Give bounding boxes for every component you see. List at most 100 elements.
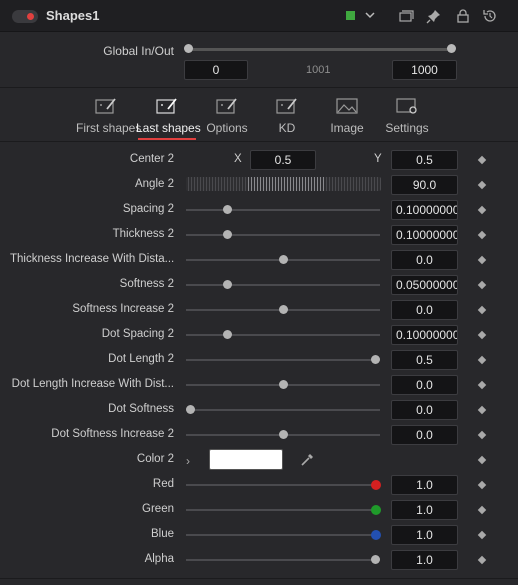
eyedropper-icon[interactable]: [299, 452, 315, 468]
red-slider[interactable]: [186, 484, 380, 486]
param-alpha: Alpha 1.0: [0, 548, 518, 573]
dot-softness-field[interactable]: 0.0: [391, 400, 458, 420]
keyframe-diamond-icon[interactable]: [477, 555, 487, 565]
green-slider[interactable]: [186, 509, 380, 511]
param-red: Red 1.0: [0, 473, 518, 498]
tab-last-shapes[interactable]: Last shapes: [136, 89, 201, 141]
dot-spacing-field[interactable]: 0.10000000: [391, 325, 458, 345]
param-green: Green 1.0: [0, 498, 518, 523]
softness-slider[interactable]: [186, 284, 380, 286]
dot-length-field[interactable]: 0.5: [391, 350, 458, 370]
dot-length-increase-field[interactable]: 0.0: [391, 375, 458, 395]
param-label: Dot Softness Increase 2: [51, 428, 174, 440]
dot-spacing-slider[interactable]: [186, 334, 380, 336]
thickness-slider[interactable]: [186, 234, 380, 236]
slider-handle[interactable]: [371, 355, 380, 364]
thickness-increase-field[interactable]: 0.0: [391, 250, 458, 270]
keyframe-diamond-icon[interactable]: [477, 405, 487, 415]
keyframe-diamond-icon[interactable]: [477, 155, 487, 165]
tab-image[interactable]: Image: [320, 89, 374, 141]
keyframe-diamond-icon[interactable]: [477, 530, 487, 540]
red-field[interactable]: 1.0: [391, 475, 458, 495]
center-y-field[interactable]: 0.5: [391, 150, 458, 170]
node-title: Shapes1: [46, 8, 100, 23]
slider-handle[interactable]: [279, 430, 288, 439]
slider-handle[interactable]: [223, 230, 232, 239]
slider-handle[interactable]: [371, 555, 380, 564]
global-in-field[interactable]: 0: [184, 60, 248, 80]
tab-settings[interactable]: Settings: [380, 89, 434, 141]
blue-channel-handle[interactable]: [371, 530, 381, 540]
slider-handle[interactable]: [186, 405, 195, 414]
keyframe-diamond-icon[interactable]: [477, 380, 487, 390]
keyframe-diamond-icon[interactable]: [477, 480, 487, 490]
node-header: Shapes1: [0, 0, 518, 32]
slider-handle[interactable]: [279, 380, 288, 389]
keyframe-diamond-icon[interactable]: [477, 330, 487, 340]
param-label: Thickness 2: [112, 228, 174, 240]
spacing-field[interactable]: 0.10000000: [391, 200, 458, 220]
dot-softness-increase-field[interactable]: 0.0: [391, 425, 458, 445]
global-out-handle[interactable]: [447, 44, 456, 53]
gear-window-icon: [396, 98, 417, 114]
dot-softness-slider[interactable]: [186, 409, 380, 411]
param-softness: Softness 2 0.05000000: [0, 273, 518, 298]
tab-label: Settings: [385, 121, 429, 135]
softness-field[interactable]: 0.05000000: [391, 275, 458, 295]
global-out-field[interactable]: 1000: [392, 60, 457, 80]
green-channel-handle[interactable]: [371, 505, 381, 515]
green-field[interactable]: 1.0: [391, 500, 458, 520]
center-x-field[interactable]: 0.5: [250, 150, 316, 170]
tab-options[interactable]: Options: [200, 89, 254, 141]
color-tag-swatch[interactable]: [346, 11, 355, 20]
spacing-slider[interactable]: [186, 209, 380, 211]
slider-handle[interactable]: [223, 330, 232, 339]
softness-increase-field[interactable]: 0.0: [391, 300, 458, 320]
keyframe-diamond-icon[interactable]: [477, 305, 487, 315]
x-label: X: [234, 153, 242, 165]
param-dot-softness: Dot Softness 0.0: [0, 398, 518, 423]
slider-handle[interactable]: [223, 205, 232, 214]
keyframe-diamond-icon[interactable]: [477, 255, 487, 265]
tab-first-shapes[interactable]: First shapes: [76, 89, 142, 141]
param-label: Angle 2: [134, 178, 174, 190]
pin-icon[interactable]: [426, 8, 442, 24]
color-swatch[interactable]: [209, 449, 283, 470]
param-blue: Blue 1.0: [0, 523, 518, 548]
chevron-right-icon[interactable]: ›: [186, 454, 190, 468]
blue-slider[interactable]: [186, 534, 380, 536]
node-enable-toggle[interactable]: [12, 10, 38, 23]
keyframe-diamond-icon[interactable]: [477, 355, 487, 365]
tab-kd[interactable]: KD: [260, 89, 314, 141]
keyframe-diamond-icon[interactable]: [477, 430, 487, 440]
keyframe-diamond-icon[interactable]: [477, 505, 487, 515]
blue-field[interactable]: 1.0: [391, 525, 458, 545]
slider-handle[interactable]: [223, 280, 232, 289]
dot-length-slider[interactable]: [186, 359, 380, 361]
tab-label: First shapes: [76, 121, 142, 135]
chevron-down-icon[interactable]: [364, 9, 376, 21]
param-thickness: Thickness 2 0.10000000: [0, 223, 518, 248]
lock-icon[interactable]: [455, 8, 471, 24]
versions-icon[interactable]: [398, 8, 414, 24]
slider-handle[interactable]: [279, 305, 288, 314]
red-channel-handle[interactable]: [371, 480, 381, 490]
angle-field[interactable]: 90.0: [391, 175, 458, 195]
keyframe-diamond-icon[interactable]: [477, 280, 487, 290]
keyframe-diamond-icon[interactable]: [477, 230, 487, 240]
global-in-handle[interactable]: [184, 44, 193, 53]
reset-icon[interactable]: [482, 8, 498, 24]
angle-thumbwheel[interactable]: [186, 177, 381, 191]
thickness-field[interactable]: 0.10000000: [391, 225, 458, 245]
keyframe-diamond-icon[interactable]: [477, 455, 487, 465]
global-range-slider[interactable]: [188, 48, 452, 51]
toggle-dot: [27, 13, 34, 20]
slider-handle[interactable]: [279, 255, 288, 264]
param-label: Thickness Increase With Dista...: [10, 253, 174, 265]
keyframe-diamond-icon[interactable]: [477, 205, 487, 215]
param-label: Softness 2: [119, 278, 174, 290]
alpha-field[interactable]: 1.0: [391, 550, 458, 570]
panel-bottom-divider: [0, 578, 518, 579]
alpha-slider[interactable]: [186, 559, 380, 561]
keyframe-diamond-icon[interactable]: [477, 180, 487, 190]
